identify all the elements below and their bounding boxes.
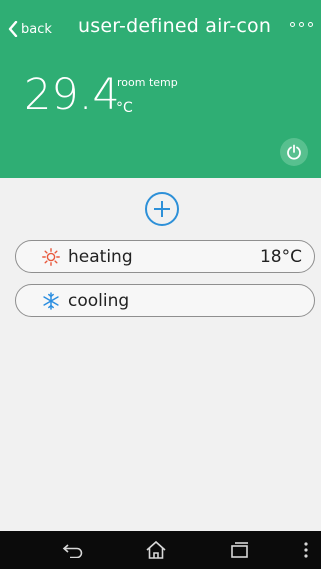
mode-name: heating [68,246,133,267]
room-temp-value: 29.4 [24,70,120,120]
room-temp-label: room temp [117,76,178,89]
sun-icon [42,247,60,266]
nav-home-button[interactable] [126,531,186,569]
system-navbar [0,531,321,569]
header-panel: back user-defined air-con 29.4 room temp… [0,0,321,178]
nav-back-button[interactable] [44,531,104,569]
home-icon [146,540,166,559]
more-options-button[interactable] [290,22,313,27]
mode-item-heating[interactable]: heating 18°C [15,240,315,273]
power-button[interactable] [280,138,308,166]
mode-item-cooling[interactable]: cooling [15,284,315,317]
nav-recent-apps-button[interactable] [209,531,269,569]
dot-icon [308,22,313,27]
snowflake-icon [42,291,60,310]
nav-menu-button[interactable] [291,531,321,569]
power-icon [287,144,301,160]
dot-icon [299,22,304,27]
dot-icon [290,22,295,27]
room-temp-unit: °C [116,100,133,116]
recent-apps-icon [230,542,248,558]
menu-icon [304,542,308,558]
back-label: back [21,21,52,37]
add-mode-button[interactable] [145,192,179,226]
mode-name: cooling [68,290,130,311]
back-icon [62,544,83,558]
page-title: user-defined air-con [78,15,272,37]
mode-temperature: 18°C [259,246,302,267]
chevron-left-icon [8,21,18,37]
back-button[interactable]: back [8,18,52,40]
